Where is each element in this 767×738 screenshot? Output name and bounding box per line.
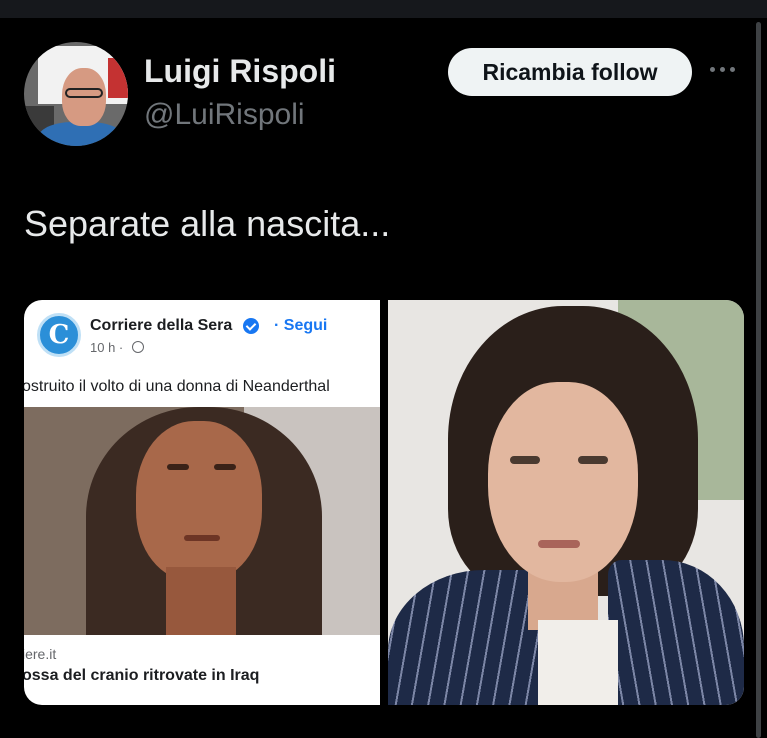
avatar-background-sign-red	[108, 58, 128, 98]
top-bar	[0, 0, 767, 18]
neanderthal-reconstruction-photo	[24, 407, 380, 635]
author-handle[interactable]: @LuiRispoli	[144, 98, 305, 132]
author-avatar[interactable]	[24, 42, 128, 146]
photo-jacket-right	[608, 560, 744, 705]
photo-eye	[510, 456, 540, 464]
link-title: ossa del cranio ritrovate in Iraq	[24, 667, 260, 684]
dot-icon	[730, 66, 735, 72]
fb-follow-link: · Segui	[274, 317, 328, 334]
verified-badge-icon	[243, 318, 259, 334]
photo-neck	[166, 567, 236, 635]
more-options-icon[interactable]	[710, 62, 740, 76]
avatar-glasses	[65, 88, 103, 98]
photo-face	[488, 382, 638, 582]
media-image-right[interactable]	[388, 300, 744, 705]
photo-jacket-left	[388, 570, 548, 705]
follow-back-button[interactable]: Ricambia follow	[448, 48, 692, 96]
link-domain: iere.it	[24, 646, 57, 662]
fb-post-caption: ostruito il volto di una donna di Neande…	[24, 378, 330, 395]
scrollbar[interactable]	[756, 22, 761, 738]
tweet-text: Separate alla nascita...	[24, 203, 391, 244]
fb-page-name: Corriere della Sera	[90, 317, 233, 334]
dot-icon	[720, 66, 725, 72]
photo-face	[136, 421, 262, 581]
tweet-media[interactable]: C Corriere della Sera · Segui 10 h · ost…	[24, 300, 744, 705]
corriere-logo: C	[37, 313, 81, 357]
photo-eye	[578, 456, 608, 464]
dot-icon	[710, 66, 715, 72]
photo-eye	[214, 464, 236, 470]
photo-blouse	[538, 620, 618, 705]
fb-post-time: 10 h ·	[90, 340, 124, 355]
author-display-name[interactable]: Luigi Rispoli	[144, 53, 336, 90]
photo-mouth	[538, 540, 580, 548]
media-image-left[interactable]: C Corriere della Sera · Segui 10 h · ost…	[24, 300, 380, 705]
photo-mouth	[184, 535, 220, 541]
photo-eye	[167, 464, 189, 470]
globe-icon	[132, 341, 144, 353]
